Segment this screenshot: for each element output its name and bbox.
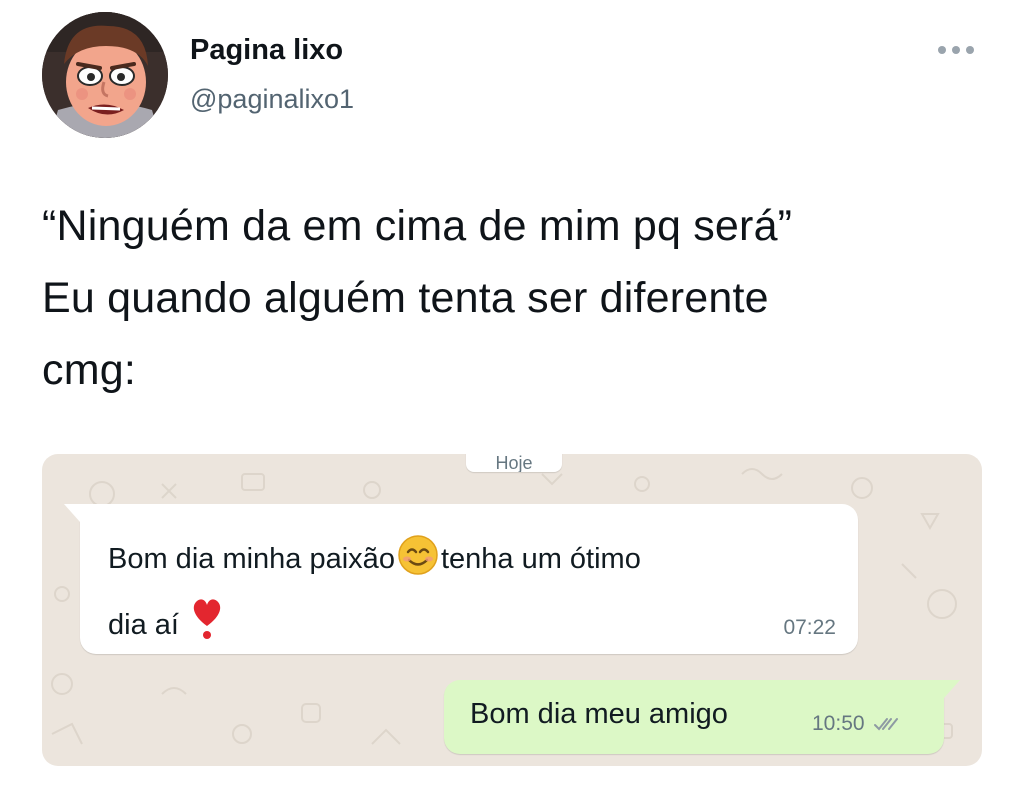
bubble-tail	[64, 504, 80, 522]
incoming-text-part-1: Bom dia minha paixão	[108, 543, 395, 575]
account-name[interactable]: Pagina lixo	[190, 34, 343, 67]
heart-exclamation-emoji-icon	[189, 596, 225, 662]
tweet-text: “Ninguém da em cima de mim pq será” Eu q…	[42, 190, 992, 406]
incoming-text-line-2: dia aí	[108, 609, 179, 641]
more-options-icon[interactable]	[932, 40, 980, 60]
account-handle[interactable]: @paginalixo1	[190, 84, 354, 115]
cartoon-face-avatar-image	[42, 12, 168, 138]
incoming-message-text: Bom dia minha paixão tenha um ótimo dia …	[108, 530, 828, 662]
chat-screenshot-image[interactable]: Hoje Bom dia minha paixão tenha um ótimo…	[42, 454, 982, 766]
double-check-icon	[873, 714, 899, 738]
outgoing-message-bubble[interactable]: Bom dia meu amigo 10:50	[444, 680, 960, 754]
outgoing-message-meta: 10:50	[812, 712, 899, 738]
tweet-line-3: cmg:	[42, 346, 136, 394]
tweet-line-1: “Ninguém da em cima de mim pq será”	[42, 202, 793, 250]
incoming-message-time: 07:22	[783, 616, 836, 639]
outgoing-message-text: Bom dia meu amigo	[470, 698, 728, 730]
date-pill: Hoje	[466, 454, 562, 472]
outgoing-message-time: 10:50	[812, 712, 865, 735]
incoming-message-bubble[interactable]: Bom dia minha paixão tenha um ótimo dia …	[64, 504, 858, 654]
tweet-line-2: Eu quando alguém tenta ser diferente	[42, 274, 769, 322]
bubble-tail	[944, 680, 960, 698]
avatar[interactable]	[42, 12, 168, 138]
date-pill-label: Hoje	[495, 454, 533, 472]
incoming-text-part-2: tenha um ótimo	[440, 543, 641, 575]
smiling-face-emoji-icon	[397, 534, 439, 596]
